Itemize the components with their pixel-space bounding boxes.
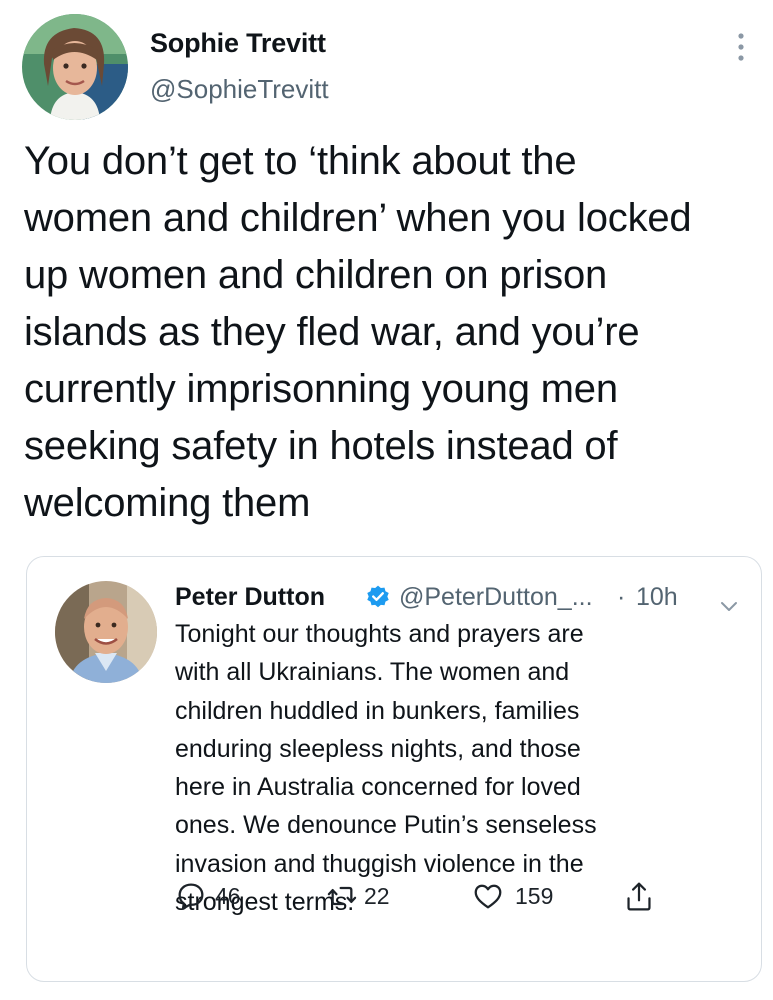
quoted-tweet-text: Tonight our thoughts and prayers are wit… [175, 620, 597, 917]
quoted-timestamp[interactable]: 10h [636, 579, 678, 615]
quoted-author-avatar[interactable] [55, 581, 157, 683]
quoted-author-name[interactable]: Peter Dutton [175, 579, 325, 615]
share-icon [627, 882, 651, 911]
verified-badge-icon [365, 584, 391, 610]
tweet: Sophie Trevitt @SophieTrevitt You don’t … [0, 0, 773, 1000]
retweet-count: 22 [364, 883, 390, 909]
tweet-text: You don’t get to ‘think about the women … [24, 139, 692, 525]
heart-icon [474, 884, 502, 909]
reply-count: 46 [215, 883, 241, 909]
quoted-tweet-card[interactable]: Peter Dutton @PeterDutton_... · 10h Toni… [26, 556, 762, 982]
header-separator: · [617, 583, 626, 611]
more-vertical-icon[interactable] [731, 30, 751, 64]
quoted-author-handle[interactable]: @PeterDutton_... [399, 579, 593, 615]
quoted-tweet-header: Peter Dutton @PeterDutton_... · 10h [175, 579, 755, 615]
author-avatar[interactable] [22, 14, 128, 120]
reply-icon [178, 883, 204, 910]
like-count: 159 [515, 883, 554, 909]
retweet-icon [327, 886, 357, 906]
author-handle[interactable]: @SophieTrevitt [150, 74, 329, 105]
author-name[interactable]: Sophie Trevitt [150, 28, 326, 59]
chevron-down-icon[interactable] [719, 589, 739, 611]
